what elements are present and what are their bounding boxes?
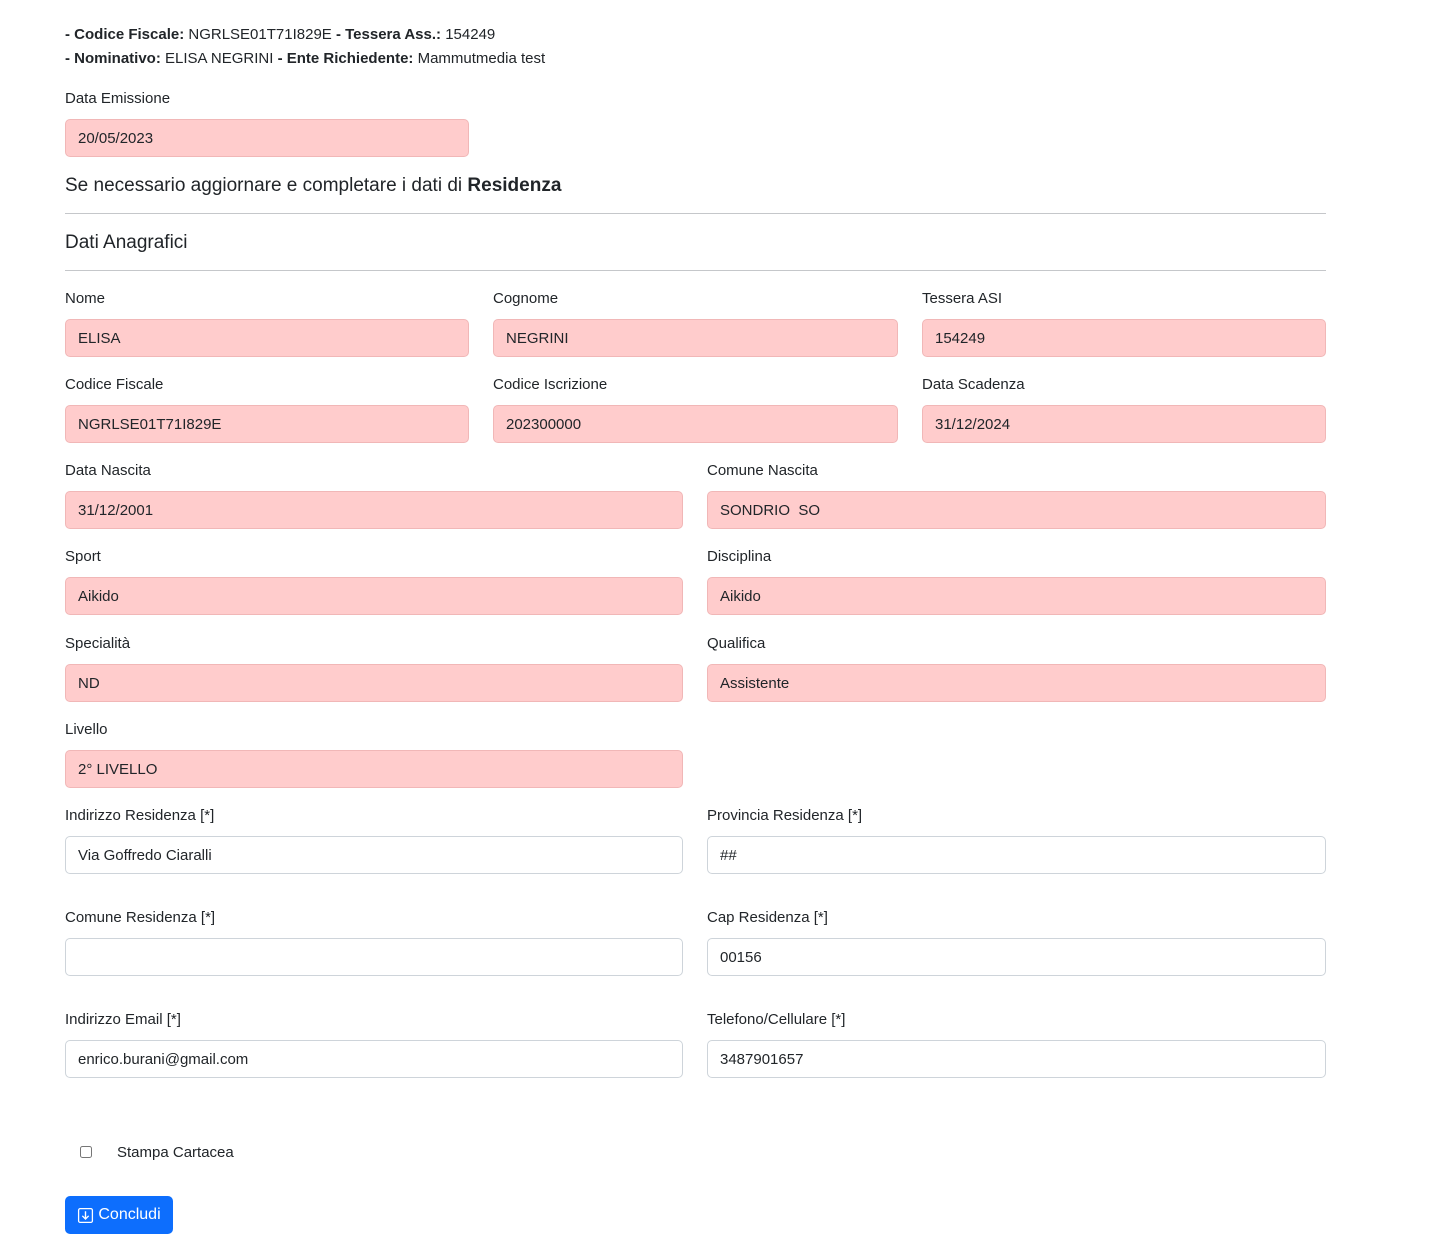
tessera-asi-label: Tessera ASI	[922, 290, 1003, 307]
indirizzo-residenza-label: Indirizzo Residenza [*]	[65, 807, 215, 824]
livello-field[interactable]	[65, 750, 683, 788]
stampa-cartacea-checkbox[interactable]	[80, 1146, 92, 1158]
qualifica-field[interactable]	[707, 664, 1326, 702]
comune-nascita-label: Comune Nascita	[707, 462, 818, 479]
livello-label: Livello	[65, 721, 108, 738]
specialita-label: Specialità	[65, 635, 131, 652]
data-nascita-field[interactable]	[65, 491, 683, 529]
nominativo-label: - Nominativo:	[65, 50, 161, 67]
stampa-cartacea-label: Stampa Cartacea	[117, 1144, 234, 1161]
nome-label: Nome	[65, 290, 106, 307]
sport-field[interactable]	[65, 577, 683, 615]
info-line-2: - Nominativo: ELISA NEGRINI - Ente Richi…	[65, 50, 545, 67]
codice-iscrizione-field[interactable]	[493, 405, 898, 443]
comune-residenza-label: Comune Residenza [*]	[65, 909, 216, 926]
tessera-ass-value: 154249	[445, 26, 496, 43]
comune-residenza-input[interactable]	[65, 938, 683, 976]
concludi-button[interactable]: Concludi	[65, 1196, 173, 1234]
data-nascita-label: Data Nascita	[65, 462, 151, 479]
download-icon	[77, 1207, 94, 1224]
ente-label: - Ente Richiedente:	[277, 50, 414, 67]
codice-fiscale-field[interactable]	[65, 405, 469, 443]
telefono-input[interactable]	[707, 1040, 1326, 1078]
divider	[65, 213, 1326, 214]
provincia-residenza-label: Provincia Residenza [*]	[707, 807, 863, 824]
cognome-field[interactable]	[493, 319, 898, 357]
info-line-1: - Codice Fiscale: NGRLSE01T71I829E - Tes…	[65, 26, 495, 43]
tessera-ass-label: - Tessera Ass.:	[335, 26, 442, 43]
data-scadenza-field[interactable]	[922, 405, 1326, 443]
provincia-residenza-input[interactable]	[707, 836, 1326, 874]
cap-residenza-label: Cap Residenza [*]	[707, 909, 828, 926]
email-input[interactable]	[65, 1040, 683, 1078]
dati-anagrafici-heading: Dati Anagrafici	[65, 232, 188, 253]
codice-fiscale-field-label: Codice Fiscale	[65, 376, 164, 393]
data-scadenza-label: Data Scadenza	[922, 376, 1025, 393]
comune-nascita-field[interactable]	[707, 491, 1326, 529]
cap-residenza-input[interactable]	[707, 938, 1326, 976]
disciplina-label: Disciplina	[707, 548, 772, 565]
ente-value: Mammutmedia test	[417, 50, 546, 67]
residenza-heading-text: Se necessario aggiornare e completare i …	[65, 175, 463, 196]
telefono-label: Telefono/Cellulare [*]	[707, 1011, 846, 1028]
concludi-label: Concludi	[98, 1206, 161, 1223]
data-emissione-field[interactable]	[65, 119, 469, 157]
sport-label: Sport	[65, 548, 101, 565]
nominativo-value: ELISA NEGRINI	[165, 50, 274, 67]
codice-iscrizione-label: Codice Iscrizione	[493, 376, 608, 393]
disciplina-field[interactable]	[707, 577, 1326, 615]
tessera-asi-field[interactable]	[922, 319, 1326, 357]
nome-field[interactable]	[65, 319, 469, 357]
residenza-heading: Se necessario aggiornare e completare i …	[65, 175, 561, 197]
codice-fiscale-value: NGRLSE01T71I829E	[188, 26, 332, 43]
data-emissione-label: Data Emissione	[65, 90, 171, 107]
codice-fiscale-label: - Codice Fiscale:	[65, 26, 185, 43]
indirizzo-residenza-input[interactable]	[65, 836, 683, 874]
qualifica-label: Qualifica	[707, 635, 766, 652]
cognome-label: Cognome	[493, 290, 559, 307]
divider	[65, 270, 1326, 271]
residenza-heading-bold: Residenza	[467, 175, 562, 196]
email-label: Indirizzo Email [*]	[65, 1011, 181, 1028]
specialita-field[interactable]	[65, 664, 683, 702]
